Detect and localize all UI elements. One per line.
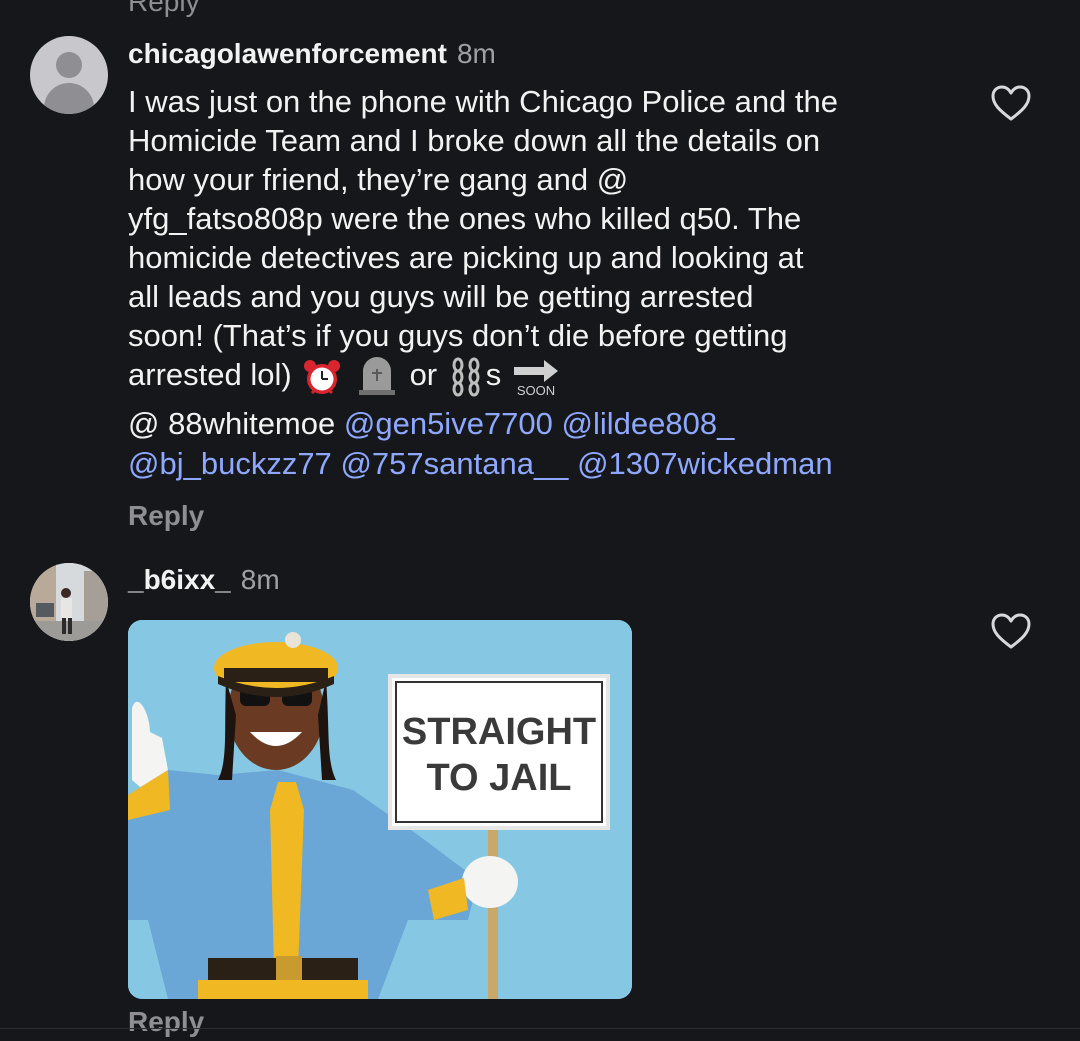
avatar-street-photo bbox=[30, 563, 108, 641]
meme-image[interactable]: STRAIGHT TO JAIL bbox=[128, 620, 632, 999]
straight-to-jail-meme: STRAIGHT TO JAIL bbox=[128, 620, 632, 999]
comment-line-emoji: arrested lol) or s SOON bbox=[128, 355, 958, 397]
comment-line: soon! (That’s if you guys don’t die befo… bbox=[128, 318, 788, 353]
reply-button[interactable]: Reply bbox=[128, 1006, 204, 1038]
sign-line-2: TO JAIL bbox=[427, 757, 572, 799]
comment-body: I was just on the phone with Chicago Pol… bbox=[128, 82, 958, 397]
sign-line-1: STRAIGHT bbox=[402, 711, 596, 753]
comment-line: I was just on the phone with Chicago Pol… bbox=[128, 84, 839, 119]
soon-arrow-icon: SOON bbox=[513, 359, 558, 397]
mention-link[interactable]: @bj_buckzz77 bbox=[128, 446, 332, 481]
alarm-clock-icon bbox=[304, 359, 341, 394]
comment-timestamp: 8m bbox=[456, 38, 496, 69]
avatar-photo[interactable] bbox=[30, 563, 108, 641]
comment-timestamp: 8m bbox=[240, 564, 280, 595]
comment-line: yfg_fatso808p were the ones who killed q… bbox=[128, 201, 802, 236]
avatar-default-icon[interactable] bbox=[30, 36, 108, 114]
comment-or-word: or bbox=[409, 357, 438, 392]
mention-link[interactable]: @lildee808_ bbox=[562, 406, 735, 441]
bottom-divider bbox=[0, 1028, 1080, 1029]
comment-s-letter: s bbox=[485, 357, 502, 392]
mention-link[interactable]: @1307wickedman bbox=[577, 446, 833, 481]
mention-plain: @ 88whitemoe bbox=[128, 406, 336, 441]
comment-username[interactable]: _b6ixx_ 8m bbox=[128, 564, 280, 596]
comment-line: homicide detectives are picking up and l… bbox=[128, 240, 804, 275]
chains-icon bbox=[452, 357, 480, 397]
comment-mentions: @ 88whitemoe @gen5ive7700 @lildee808_ @b… bbox=[128, 404, 958, 484]
svg-text:SOON: SOON bbox=[517, 383, 555, 397]
comment-line: all leads and you guys will be getting a… bbox=[128, 279, 754, 314]
comment-line: Homicide Team and I broke down all the d… bbox=[128, 123, 821, 158]
comment-username[interactable]: chicagolawenforcement 8m bbox=[128, 38, 496, 70]
reply-button[interactable]: Reply bbox=[128, 500, 204, 532]
like-heart-icon[interactable] bbox=[990, 84, 1032, 122]
headstone-icon bbox=[358, 356, 395, 395]
comment-line-prefix: arrested lol) bbox=[128, 357, 292, 392]
mention-link[interactable]: @gen5ive7700 bbox=[344, 406, 553, 441]
like-heart-icon[interactable] bbox=[990, 612, 1032, 650]
previous-reply-button[interactable]: Reply bbox=[128, 0, 200, 18]
comment-line: how your friend, they’re gang and @ bbox=[128, 162, 629, 197]
mention-link[interactable]: @757santana__ bbox=[340, 446, 568, 481]
